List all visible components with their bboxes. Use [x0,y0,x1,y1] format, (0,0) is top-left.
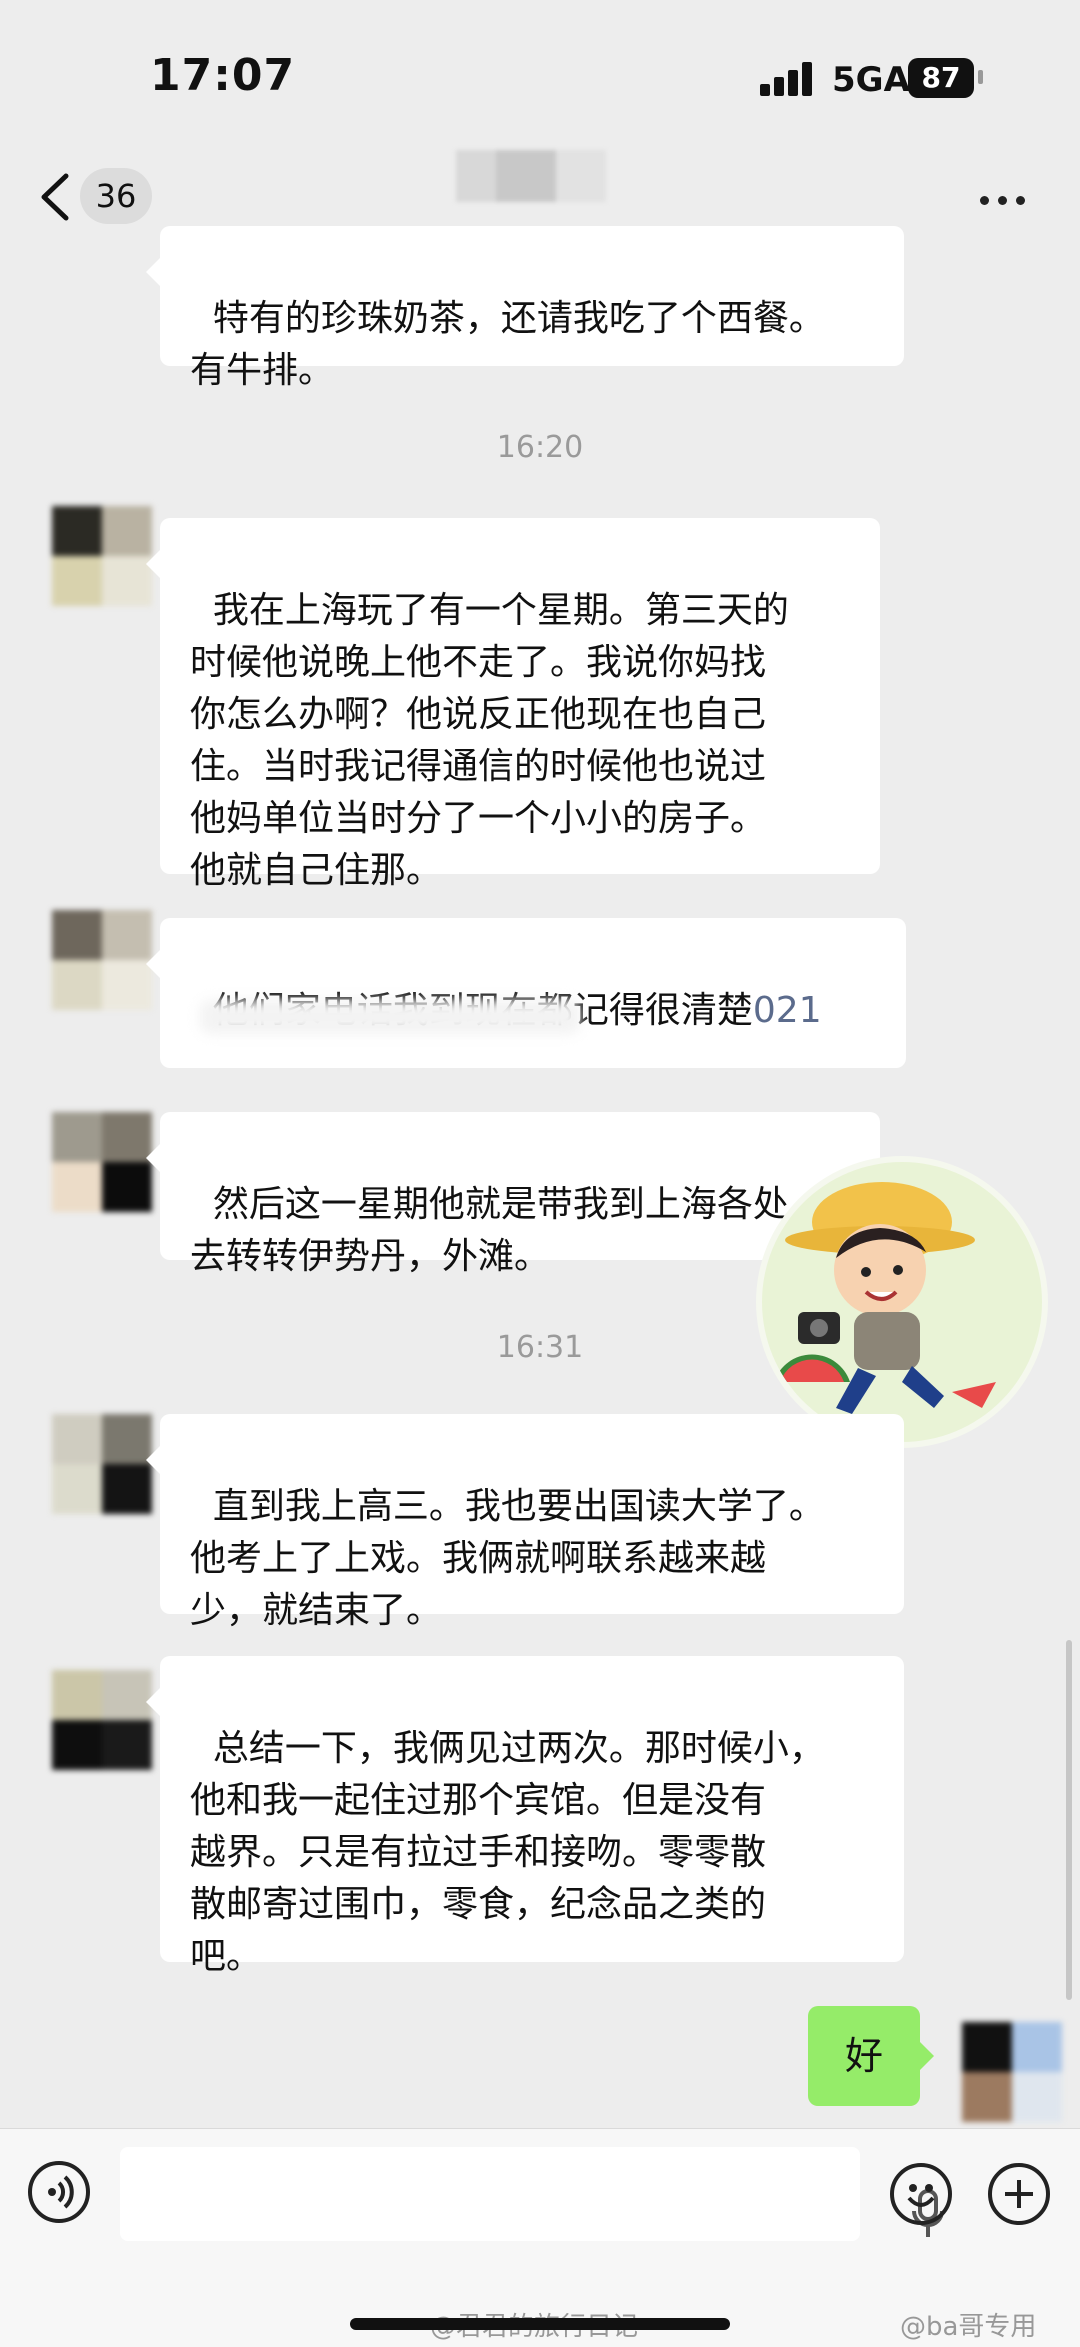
watermark-right: @ba哥专用 [900,2312,1037,2342]
battery-nub [978,70,983,84]
message-text: 我在上海玩了有一个星期。第三天的 时候他说晚上他不走了。我说你妈找 你怎么办啊？… [190,590,789,891]
battery-icon: 87 [908,58,974,98]
signal-icon [760,62,820,96]
cartoon-boy-sticker [762,1162,1042,1442]
redacted-phone [200,1000,580,1034]
message-text: 然后这一星期他就是带我到上海各处 去转转伊势丹，外滩。 [190,1184,789,1277]
avatar[interactable] [52,1414,152,1514]
timestamp: 16:20 [496,430,584,465]
message-bubble[interactable]: 他们家电话我到现在都记得很清楚021 [146,918,906,1068]
status-time: 17:07 [150,50,296,101]
avatar[interactable] [52,1112,152,1212]
network-type: 5GA [832,60,910,100]
timestamp: 16:31 [496,1330,584,1365]
avatar[interactable] [52,506,152,606]
scrollbar[interactable] [1066,1640,1072,2000]
add-plus-icon[interactable] [988,2163,1050,2225]
my-avatar[interactable] [962,2022,1062,2122]
message-text: 总结一下，我俩见过两次。那时候小， 他和我一起住过那个宾馆。但是没有 越界。只是… [190,1728,825,1977]
emoji-icon[interactable] [890,2163,952,2225]
home-indicator[interactable] [350,2318,730,2330]
avatar[interactable] [52,910,152,1010]
chat-title-redacted [456,150,606,202]
unread-count-badge[interactable]: 36 [80,168,152,224]
back-chevron-icon[interactable] [36,172,76,222]
status-bar: 17:07 5GA 87 [0,0,1080,160]
my-message-bubble[interactable]: 好 [808,2006,934,2106]
message-bubble[interactable]: 特有的珍珠奶茶，还请我吃了个西餐。 有牛排。 [146,226,904,391]
message-text: 直到我上高三。我也要出国读大学了。 他考上了上戏。我俩就啊联系越来越 少，就结束… [190,1486,825,1631]
more-options-icon[interactable] [980,190,1040,210]
message-bubble[interactable]: 我在上海玩了有一个星期。第三天的 时候他说晚上他不走了。我说你妈找 你怎么办啊？… [146,518,880,891]
phone-number-link[interactable]: 021 [753,990,822,1031]
message-bubble[interactable]: 然后这一星期他就是带我到上海各处 去转转伊势丹，外滩。 [146,1112,880,1277]
avatar[interactable] [52,1670,152,1770]
message-bubble[interactable]: 直到我上高三。我也要出国读大学了。 他考上了上戏。我俩就啊联系越来越 少，就结束… [146,1414,904,1631]
message-text: 特有的珍珠奶茶，还请我吃了个西餐。 有牛排。 [190,298,825,391]
voice-input-icon[interactable] [28,2161,90,2223]
message-bubble[interactable]: 总结一下，我俩见过两次。那时候小， 他和我一起住过那个宾馆。但是没有 越界。只是… [146,1656,904,1977]
message-input[interactable] [120,2147,944,2241]
